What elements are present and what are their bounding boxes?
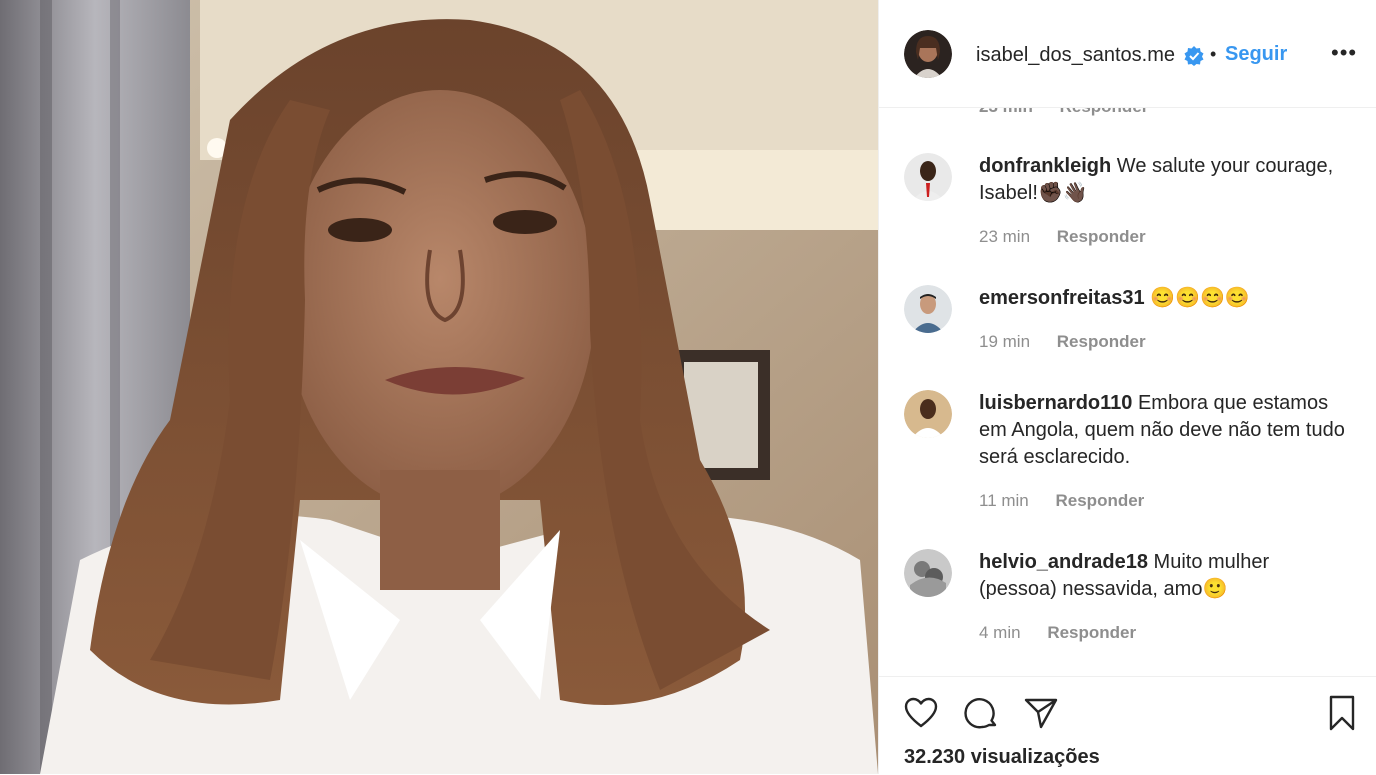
reply-button[interactable]: Responder [1056,491,1145,510]
video-frame-illustration [0,0,878,774]
comment-time: 23 min [979,107,1033,116]
share-icon[interactable] [1023,695,1059,731]
comment-text: donfrankleigh We salute your courage, Is… [979,153,1349,207]
comment-username[interactable]: donfrankleigh [979,155,1111,177]
bookmark-icon[interactable] [1324,695,1360,731]
comment-time: 23 min [979,227,1031,246]
post-actions-bar: 32.230 visualizações [879,676,1376,775]
comment-icon[interactable] [964,695,1000,731]
verified-badge-icon [1184,46,1204,66]
comments-list[interactable]: 23 min Responder donfrankleigh We salute… [879,107,1376,676]
post-media-video[interactable] [0,0,878,774]
reply-button[interactable]: Responder [1057,332,1146,351]
post-header: isabel_dos_santos.me • Seguir ••• [879,0,1376,108]
more-options-icon[interactable]: ••• [1331,40,1357,66]
comment-meta: 23 min Responder [979,227,1146,247]
commenter-avatar[interactable] [904,153,952,201]
comment-time: 11 min [979,491,1029,510]
post-details-panel: isabel_dos_santos.me • Seguir ••• 23 min… [878,0,1376,775]
comment-emoji: ✊🏿👋🏿 [1037,182,1088,204]
author-avatar[interactable] [904,30,952,78]
comment-emoji: 🙂 [1202,578,1228,600]
views-label: visualizações [970,746,1100,768]
views-number: 32.230 [904,746,966,768]
clipped-comment-meta: 23 min Responder [979,107,1170,117]
comment-meta: 11 min Responder [979,491,1144,511]
reply-button[interactable]: Responder [1047,623,1136,642]
reply-button[interactable]: Responder [1060,107,1149,116]
comment-time: 19 min [979,332,1031,351]
reply-button[interactable]: Responder [1057,227,1146,246]
comment-meta: 19 min Responder [979,332,1146,352]
separator-dot: • [1210,44,1217,64]
author-username[interactable]: isabel_dos_santos.me [976,44,1175,67]
commenter-avatar[interactable] [904,285,952,333]
comment-username[interactable]: helvio_andrade18 [979,551,1148,573]
comment-text: emersonfreitas31 😊😊😊😊 [979,285,1349,312]
comment-text: helvio_andrade18 Muito mulher (pessoa) n… [979,549,1349,603]
heart-icon[interactable] [903,695,939,731]
commenter-avatar[interactable] [904,390,952,438]
comment-username[interactable]: emersonfreitas31 [979,287,1145,309]
follow-button[interactable]: Seguir [1225,43,1287,66]
comment-meta: 4 min Responder [979,623,1136,643]
comment-emoji: 😊😊😊😊 [1150,287,1250,309]
comment-username[interactable]: luisbernardo110 [979,392,1132,414]
comment-text: luisbernardo110 Embora que estamos em An… [979,390,1349,471]
views-count: 32.230 visualizações [904,746,1100,769]
commenter-avatar[interactable] [904,549,952,597]
comment-time: 4 min [979,623,1021,642]
